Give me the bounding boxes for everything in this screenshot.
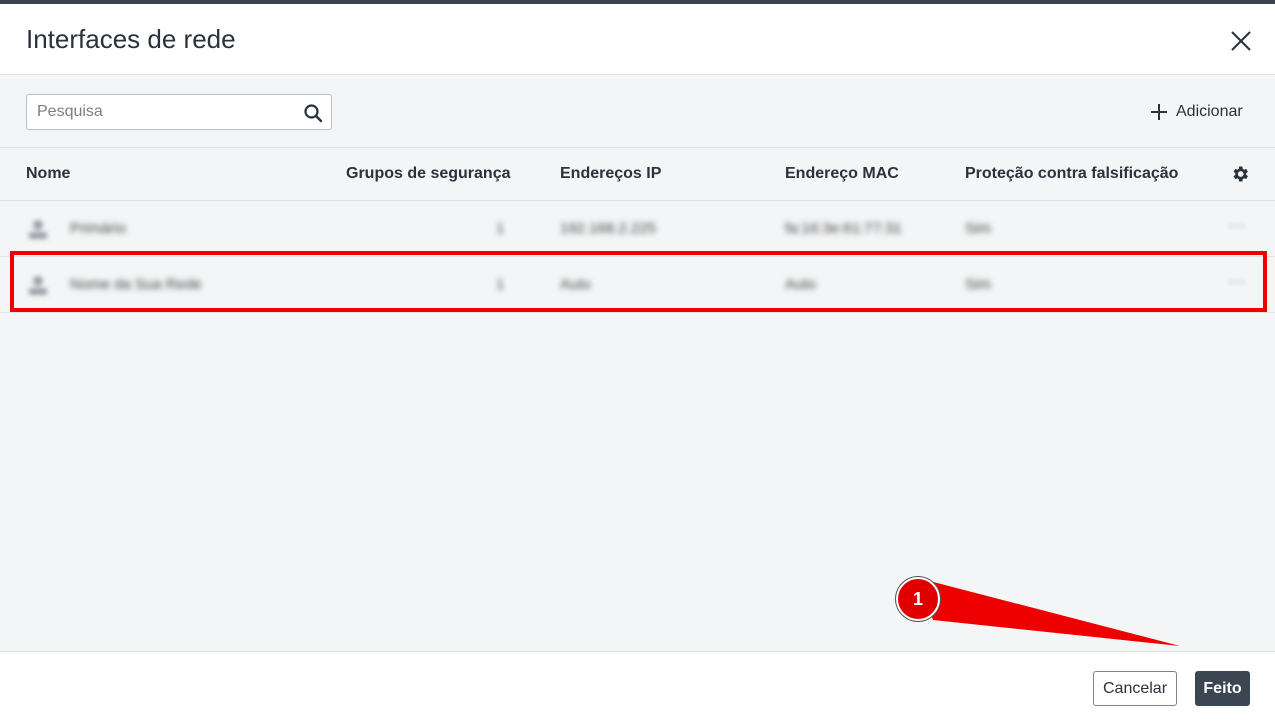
- add-button[interactable]: Adicionar: [1150, 99, 1243, 125]
- network-interface-icon: [29, 276, 47, 295]
- dialog-body: Adicionar Nome Grupos de segurança Ender…: [0, 75, 1275, 651]
- column-header-spoof-protection[interactable]: Proteção contra falsificação: [965, 165, 1178, 183]
- column-header-security-groups[interactable]: Grupos de segurança: [346, 165, 511, 183]
- search-box: [26, 94, 332, 130]
- row-actions-menu[interactable]: ···: [1228, 271, 1246, 292]
- cell-mac: fa:16:3e:61:77:31: [785, 220, 902, 237]
- cell-name: Primário: [70, 220, 126, 237]
- cell-spoof-protection: Sim: [965, 220, 991, 237]
- done-button[interactable]: Feito: [1195, 671, 1250, 706]
- search-icon[interactable]: [303, 103, 323, 123]
- column-header-mac-address[interactable]: Endereço MAC: [785, 165, 899, 183]
- cell-ip: 192.168.2.225: [560, 220, 656, 237]
- search-input[interactable]: [27, 95, 297, 129]
- step-badge: 1: [896, 577, 940, 621]
- network-interface-icon: [29, 220, 47, 239]
- dialog-title: Interfaces de rede: [26, 24, 236, 54]
- cell-security-groups: 1: [496, 276, 505, 293]
- cell-name: Nome da Sua Rede: [70, 276, 202, 293]
- cancel-button[interactable]: Cancelar: [1093, 671, 1177, 706]
- table-row[interactable]: Primário 1 192.168.2.225 fa:16:3e:61:77:…: [0, 201, 1275, 257]
- gear-icon[interactable]: [1230, 164, 1250, 184]
- dialog-header: Interfaces de rede: [0, 4, 1275, 75]
- toolbar: Adicionar: [0, 75, 1275, 147]
- cell-spoof-protection: Sim: [965, 276, 991, 293]
- close-button[interactable]: [1226, 26, 1256, 56]
- add-button-label: Adicionar: [1176, 103, 1243, 120]
- table-header: Nome Grupos de segurança Endereços IP En…: [0, 147, 1275, 201]
- cell-ip: Auto: [560, 276, 591, 293]
- cell-security-groups: 1: [496, 220, 505, 237]
- column-header-name[interactable]: Nome: [26, 165, 70, 183]
- plus-icon: [1151, 104, 1167, 120]
- column-header-ip-addresses[interactable]: Endereços IP: [560, 165, 661, 183]
- table-row[interactable]: Nome da Sua Rede 1 Auto Auto Sim ···: [0, 257, 1275, 313]
- cell-mac: Auto: [785, 276, 816, 293]
- dialog-footer: Cancelar Feito: [0, 651, 1275, 722]
- row-actions-menu[interactable]: ···: [1228, 215, 1246, 236]
- close-icon: [1231, 31, 1251, 51]
